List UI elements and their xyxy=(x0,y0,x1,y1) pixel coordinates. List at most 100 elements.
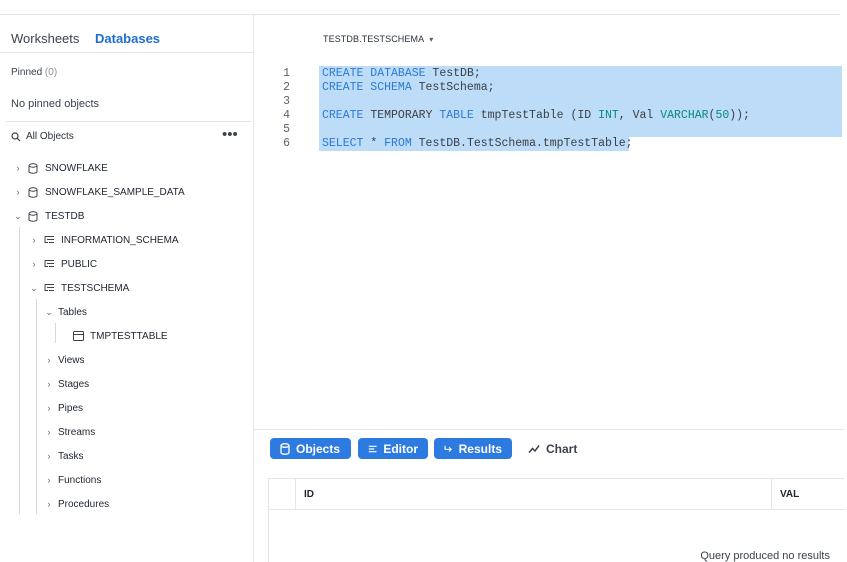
schema-icon xyxy=(43,234,55,246)
tree-schema-public[interactable]: › PUBLIC xyxy=(29,254,98,274)
line-number: 1 xyxy=(283,67,290,80)
arrow-return-icon xyxy=(444,445,452,452)
pinned-label: Pinned xyxy=(11,67,43,78)
tree-label: Tables xyxy=(58,306,87,318)
tree-folder-pipes[interactable]: › Pipes xyxy=(44,398,84,418)
tab-databases[interactable]: Databases xyxy=(95,31,160,46)
no-pinned-text: No pinned objects xyxy=(11,98,100,110)
all-objects-filter[interactable]: All Objects xyxy=(11,131,74,142)
chevron-down-icon[interactable]: ⌄ xyxy=(44,307,54,318)
table-icon xyxy=(72,330,84,342)
chevron-right-icon[interactable]: › xyxy=(44,355,54,365)
sql-text: * xyxy=(363,137,385,150)
code-line: 5 xyxy=(254,123,847,137)
more-options-icon[interactable]: ••• xyxy=(222,126,238,143)
code-text: CREATE SCHEMA TestSchema; xyxy=(322,81,495,94)
sql-keyword: CREATE SCHEMA xyxy=(322,81,412,94)
tree-label: Pipes xyxy=(58,402,84,414)
tree-folder-tables[interactable]: ⌄ Tables xyxy=(44,302,87,322)
sql-text: )); xyxy=(729,109,750,122)
button-label: Editor xyxy=(383,441,418,456)
chevron-right-icon[interactable]: › xyxy=(13,187,23,197)
tree-table-tmptesttable[interactable]: TMPTESTTABLE xyxy=(72,326,168,346)
tree-label: PUBLIC xyxy=(61,258,98,270)
chevron-right-icon[interactable]: › xyxy=(44,475,54,485)
tree-label: Stages xyxy=(58,378,90,390)
tree-db-testdb[interactable]: ⌄ TESTDB xyxy=(13,206,84,226)
chevron-right-icon[interactable]: › xyxy=(29,259,39,269)
results-toggle-button[interactable]: Results xyxy=(434,438,512,459)
line-number: 3 xyxy=(283,95,290,108)
worksheet-pane: TESTDB.TESTSCHEMA ▾ 1 CREATE DATABASE Tes… xyxy=(254,15,847,562)
code-text: CREATE TEMPORARY TABLE tmpTestTable (ID … xyxy=(322,109,750,122)
tree-label: Procedures xyxy=(58,498,110,510)
sql-text: TestSchema; xyxy=(411,81,495,94)
sql-text: TestDB.TestSchema.tmpTestTable; xyxy=(411,137,633,150)
tree-folder-tasks[interactable]: › Tasks xyxy=(44,446,84,466)
schema-icon xyxy=(43,258,55,270)
button-label: Results xyxy=(458,441,502,456)
sql-text: TEMPORARY xyxy=(370,109,440,122)
tree-db-sample-data[interactable]: › SNOWFLAKE_SAMPLE_DATA xyxy=(13,182,185,202)
sql-keyword: CREATE DATABASE xyxy=(322,67,426,80)
tree-label: INFORMATION_SCHEMA xyxy=(61,234,179,246)
tree-label: Streams xyxy=(58,426,96,438)
line-number: 6 xyxy=(283,137,290,150)
column-header-val[interactable]: VAL xyxy=(772,479,845,510)
tree-guide xyxy=(19,227,20,514)
chevron-right-icon[interactable]: › xyxy=(44,427,54,437)
sql-text: tmpTestTable (ID xyxy=(473,109,599,122)
tree-folder-streams[interactable]: › Streams xyxy=(44,422,96,442)
tree-db-snowflake[interactable]: › SNOWFLAKE xyxy=(13,158,108,178)
sql-type: VARCHAR xyxy=(660,109,709,122)
tree-folder-stages[interactable]: › Stages xyxy=(44,374,90,394)
chart-toggle-button[interactable]: Chart xyxy=(528,438,577,459)
chevron-right-icon[interactable]: › xyxy=(44,379,54,389)
line-number: 2 xyxy=(283,81,290,94)
code-line: 3 xyxy=(254,95,847,109)
code-line: 1 CREATE DATABASE TestDB; xyxy=(254,67,847,81)
menu-lines-icon xyxy=(368,445,377,452)
tab-worksheets[interactable]: Worksheets xyxy=(11,31,79,46)
divider xyxy=(6,121,251,122)
line-number: 5 xyxy=(283,123,290,136)
objects-toggle-button[interactable]: Objects xyxy=(270,438,351,459)
column-label: VAL xyxy=(780,489,800,500)
object-browser: Worksheets Databases Pinned (0) No pinne… xyxy=(0,15,253,562)
chevron-down-icon[interactable]: ⌄ xyxy=(13,211,23,222)
all-objects-label: All Objects xyxy=(26,131,74,142)
tree-schema-testschema[interactable]: ⌄ TESTSCHEMA xyxy=(29,278,129,298)
code-text: SELECT * FROM TestDB.TestSchema.tmpTestT… xyxy=(322,137,633,150)
chevron-down-icon[interactable]: ⌄ xyxy=(29,283,39,294)
line-number: 4 xyxy=(283,109,290,122)
tree-label: TMPTESTTABLE xyxy=(90,330,168,342)
database-icon xyxy=(27,210,39,222)
chevron-right-icon[interactable]: › xyxy=(44,499,54,509)
sql-keyword: FROM xyxy=(384,137,412,150)
results-grid: ID VAL Query produced no results xyxy=(268,478,845,562)
chevron-right-icon[interactable]: › xyxy=(44,451,54,461)
chevron-right-icon[interactable]: › xyxy=(13,163,23,173)
column-label: ID xyxy=(304,489,314,500)
no-results-message: Query produced no results xyxy=(700,550,830,562)
code-line: 4 CREATE TEMPORARY TABLE tmpTestTable (I… xyxy=(254,109,847,123)
tree-folder-views[interactable]: › Views xyxy=(44,350,85,370)
tree-guide xyxy=(36,299,37,514)
chevron-right-icon[interactable]: › xyxy=(29,235,39,245)
sql-number: 50 xyxy=(715,109,730,122)
tree-label: Views xyxy=(58,354,85,366)
tree-folder-functions[interactable]: › Functions xyxy=(44,470,102,490)
context-selector[interactable]: TESTDB.TESTSCHEMA ▾ xyxy=(323,34,433,44)
database-icon xyxy=(27,186,39,198)
row-number-header xyxy=(269,479,296,510)
browser-tabs: Worksheets Databases xyxy=(0,15,253,53)
tree-folder-procedures[interactable]: › Procedures xyxy=(44,494,110,514)
tree-label: SNOWFLAKE xyxy=(45,162,108,174)
sql-text: , Val xyxy=(618,109,661,122)
tree-schema-information-schema[interactable]: › INFORMATION_SCHEMA xyxy=(29,230,179,250)
column-header-id[interactable]: ID xyxy=(296,479,772,510)
chevron-right-icon[interactable]: › xyxy=(44,403,54,413)
code-line: 6 SELECT * FROM TestDB.TestSchema.tmpTes… xyxy=(254,137,847,151)
chart-line-icon xyxy=(528,444,540,453)
editor-toggle-button[interactable]: Editor xyxy=(358,438,428,459)
